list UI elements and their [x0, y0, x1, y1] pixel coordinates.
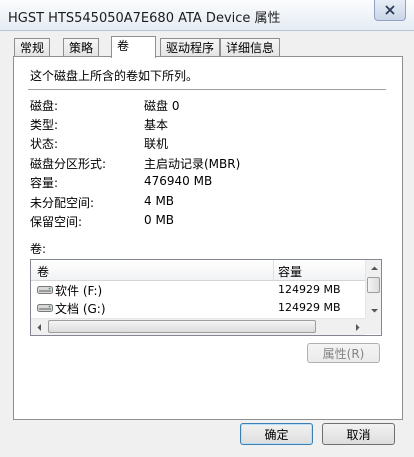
volume-list[interactable]: 卷 容量 软件 (F:) 124929 MB 文档 (G:) 124929 MB	[30, 259, 382, 336]
horizontal-scroll-thumb[interactable]	[48, 320, 316, 333]
scroll-up-button[interactable]	[366, 260, 381, 276]
property-value: 主启动记录(MBR)	[144, 157, 241, 171]
volumes-panel: 这个磁盘上所含的卷如下所列。 磁盘: 磁盘 0 类型: 基本 状态: 联机 磁盘…	[13, 56, 403, 420]
property-value: 476940 MB	[144, 174, 213, 188]
volume-name: 文档 (G:)	[55, 302, 106, 316]
property-value: 磁盘 0	[144, 99, 180, 113]
separator	[28, 89, 386, 91]
volume-capacity: 124929 MB	[278, 283, 341, 296]
property-label: 容量:	[30, 176, 59, 190]
column-divider[interactable]	[273, 260, 274, 280]
property-label: 保留空间:	[30, 215, 83, 229]
scroll-left-button[interactable]	[31, 319, 47, 335]
scroll-down-button[interactable]	[366, 302, 381, 318]
window-title: HGST HTS545050A7E680 ATA Device 属性	[8, 11, 281, 26]
tab-driver[interactable]: 驱动程序	[160, 38, 221, 57]
cancel-button[interactable]: 取消	[322, 423, 395, 445]
drive-icon	[37, 304, 53, 312]
list-header: 卷 容量	[31, 260, 365, 281]
vertical-scrollbar[interactable]	[365, 260, 381, 318]
drive-icon	[37, 286, 53, 294]
chevron-down-icon	[370, 308, 378, 312]
property-label: 磁盘分区形式:	[30, 157, 107, 171]
tab-details[interactable]: 详细信息	[220, 38, 281, 57]
properties-button[interactable]: 属性(R)	[307, 343, 380, 363]
property-value: 4 MB	[144, 194, 175, 208]
property-label: 磁盘:	[30, 99, 59, 113]
ok-button[interactable]: 确定	[240, 423, 313, 445]
column-header-capacity[interactable]: 容量	[278, 263, 302, 280]
property-label: 状态:	[30, 137, 59, 151]
tab-volumes[interactable]: 卷	[111, 36, 156, 58]
list-item[interactable]: 文档 (G:) 124929 MB	[31, 299, 365, 317]
intro-text: 这个磁盘上所含的卷如下所列。	[30, 69, 199, 83]
column-header-volume[interactable]: 卷	[37, 263, 49, 280]
property-value: 基本	[144, 118, 169, 132]
vertical-scroll-thumb[interactable]	[367, 277, 380, 293]
volume-capacity: 124929 MB	[278, 301, 341, 314]
horizontal-scrollbar[interactable]	[31, 318, 365, 335]
property-label: 类型:	[30, 118, 59, 132]
close-button[interactable]	[374, 0, 406, 21]
title-bar: HGST HTS545050A7E680 ATA Device 属性	[0, 0, 414, 31]
list-item[interactable]: 软件 (F:) 124929 MB	[31, 281, 365, 299]
tab-general[interactable]: 常规	[14, 38, 51, 57]
chevron-up-icon	[370, 266, 378, 270]
property-value: 0 MB	[144, 213, 175, 227]
property-value: 联机	[144, 137, 169, 151]
volume-name: 软件 (F:)	[55, 284, 103, 298]
tab-policies[interactable]: 策略	[63, 38, 100, 57]
close-icon	[385, 5, 395, 15]
property-label: 未分配空间:	[30, 196, 95, 210]
scrollbar-corner	[365, 318, 381, 334]
chevron-right-icon	[355, 323, 359, 331]
scroll-right-button[interactable]	[349, 319, 365, 335]
volumes-label: 卷:	[30, 242, 47, 256]
chevron-left-icon	[37, 323, 41, 331]
